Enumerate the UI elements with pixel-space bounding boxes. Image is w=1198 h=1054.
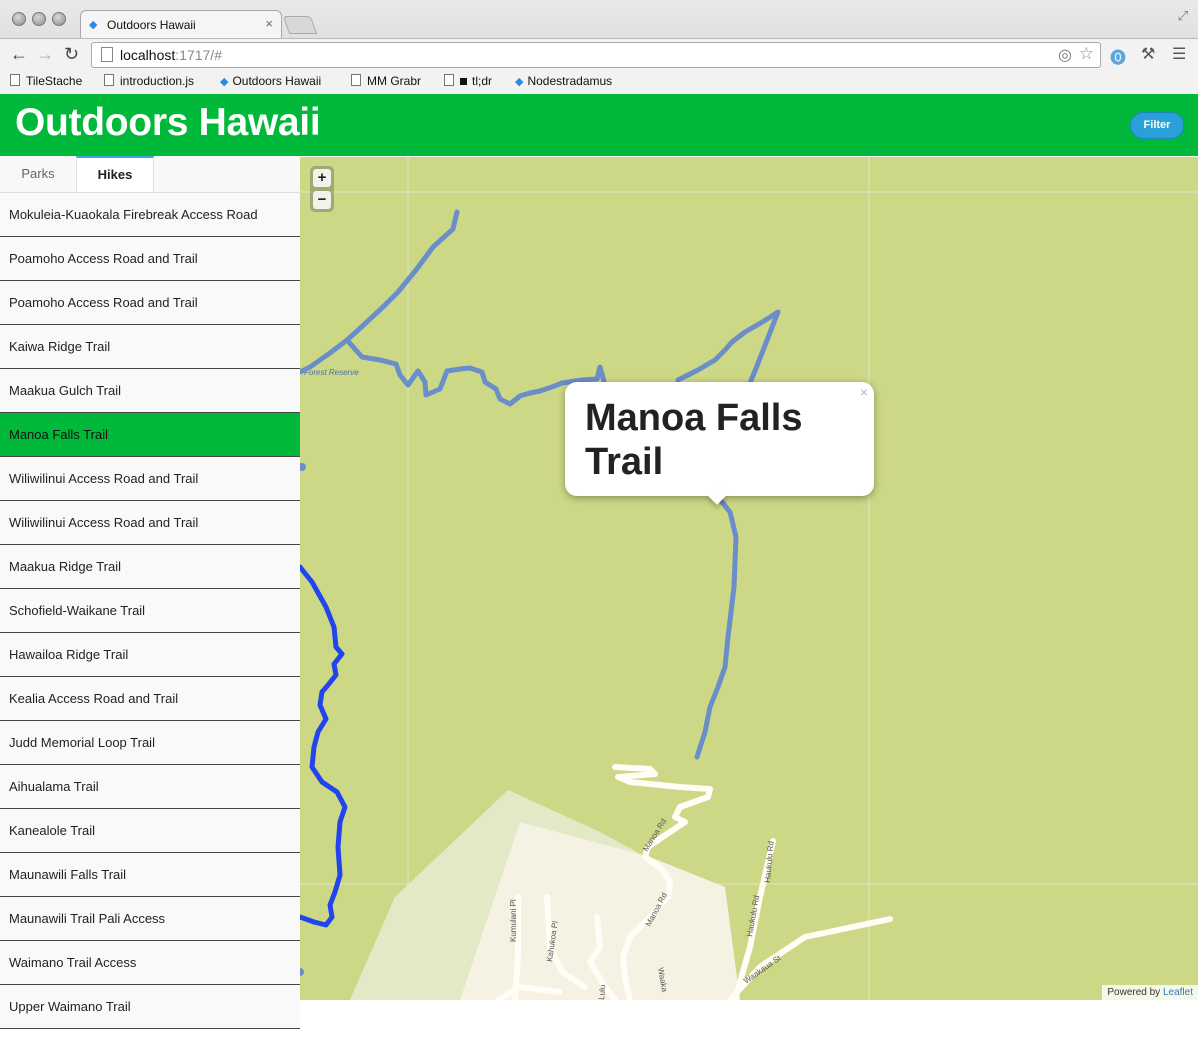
browser-toolbar: ← → ↻ localhost:1717/# ◎ ☆ ⓿ ⚒ ☰ <box>0 38 1198 71</box>
attribution-prefix: Powered by <box>1107 987 1161 998</box>
location-icon[interactable]: ◎ <box>1058 45 1072 65</box>
hike-list-item[interactable]: Schofield-Waikane Trail <box>0 589 300 633</box>
url-host: localhost <box>120 47 176 63</box>
selected-trail <box>300 564 348 928</box>
bookmark-item[interactable]: ◆ Outdoors Hawaii <box>220 74 321 88</box>
road-label: Kumulani Pl <box>509 899 518 942</box>
sidebar-tabs: Parks Hikes <box>0 156 300 193</box>
bookmark-item[interactable]: MM Grabr <box>351 74 421 88</box>
hike-list-item[interactable]: Upper Waimano Trail <box>0 985 300 1029</box>
bookmark-item[interactable]: ◆ Nodestradamus <box>515 74 612 88</box>
hike-list-item[interactable]: Kaiwa Ridge Trail <box>0 325 300 369</box>
hike-list-item[interactable]: Mokuleia-Kuaokala Firebreak Access Road <box>0 193 300 237</box>
popup-close-icon[interactable]: × <box>860 384 868 400</box>
bookmarks-bar: TileStache introduction.js ◆ Outdoors Haw… <box>0 70 1198 94</box>
zoom-out-button[interactable]: − <box>313 191 331 209</box>
app-header: Outdoors Hawaii Filter <box>0 94 1198 156</box>
tab-parks[interactable]: Parks <box>0 156 76 192</box>
tab-hikes[interactable]: Hikes <box>76 156 154 192</box>
hikes-list: Mokuleia-Kuaokala Firebreak Access Road P… <box>0 193 300 1029</box>
hike-list-item[interactable]: Maunawili Falls Trail <box>0 853 300 897</box>
popup-title: Manoa Falls Trail <box>585 397 803 483</box>
square-icon <box>460 78 467 85</box>
zoom-control: + − <box>310 166 334 212</box>
zoom-window-icon[interactable] <box>52 12 66 26</box>
hike-list-item[interactable]: Judd Memorial Loop Trail <box>0 721 300 765</box>
hike-list-item[interactable]: Poamoho Access Road and Trail <box>0 237 300 281</box>
new-tab-button[interactable] <box>282 16 318 34</box>
hike-list-item[interactable]: Poamoho Access Road and Trail <box>0 281 300 325</box>
hike-list-item[interactable]: Kanealole Trail <box>0 809 300 853</box>
hike-list-item[interactable]: Maunawili Trail Pali Access <box>0 897 300 941</box>
site-favicon-icon: ◆ <box>220 76 229 88</box>
back-icon[interactable]: ← <box>10 44 28 65</box>
bookmark-star-icon[interactable]: ☆ <box>1079 44 1094 64</box>
app-title: Outdoors Hawaii <box>15 101 321 144</box>
reload-icon[interactable]: ↻ <box>64 44 79 65</box>
extension-icon[interactable]: ⓿ <box>1110 44 1126 68</box>
map-popup: Manoa Falls Trail × <box>565 382 874 505</box>
hike-list-item[interactable]: Manoa Falls Trail <box>0 413 300 457</box>
hike-list-item[interactable]: Maakua Gulch Trail <box>0 369 300 413</box>
browser-tab[interactable]: ◆ Outdoors Hawaii × <box>80 10 282 39</box>
hike-list-item[interactable]: Waimano Trail Access <box>0 941 300 985</box>
url-path: :1717/# <box>175 47 222 63</box>
minimize-window-icon[interactable] <box>32 12 46 26</box>
page-icon <box>10 74 20 86</box>
bookmark-item[interactable]: introduction.js <box>104 74 194 88</box>
hike-list-item[interactable]: Wiliwilinui Access Road and Trail <box>0 501 300 545</box>
page-icon <box>104 74 114 86</box>
url-text: localhost:1717/# <box>120 47 222 63</box>
menu-icon[interactable]: ☰ <box>1172 44 1186 64</box>
browser-tab-title: Outdoors Hawaii <box>107 18 196 32</box>
zoom-in-button[interactable]: + <box>313 169 331 187</box>
map[interactable]: Manoa Rd Manoa Rd Kumulani Pl Kahukoa Pl… <box>300 157 1198 1000</box>
trail-marker <box>300 463 306 471</box>
page-icon <box>101 47 113 62</box>
bookmark-item[interactable]: TileStache <box>10 74 82 88</box>
page-icon <box>444 74 454 86</box>
fullscreen-icon[interactable]: ⤢ <box>1178 8 1188 24</box>
hike-list-item[interactable]: Maakua Ridge Trail <box>0 545 300 589</box>
leaflet-link[interactable]: Leaflet <box>1163 987 1193 998</box>
sidebar: Parks Hikes Mokuleia-Kuaokala Firebreak … <box>0 156 300 1054</box>
address-bar[interactable]: localhost:1717/# ◎ ☆ <box>91 42 1101 68</box>
tools-icon[interactable]: ⚒ <box>1141 44 1155 64</box>
page-icon <box>351 74 361 86</box>
close-window-icon[interactable] <box>12 12 26 26</box>
map-attribution: Powered by Leaflet <box>1102 985 1198 1000</box>
hike-list-item[interactable]: Aihualama Trail <box>0 765 300 809</box>
site-favicon-icon: ◆ <box>89 19 98 31</box>
map-tiles: Manoa Rd Manoa Rd Kumulani Pl Kahukoa Pl… <box>300 157 1198 1000</box>
filter-button[interactable]: Filter <box>1130 112 1184 139</box>
hike-list-item[interactable]: Kealia Access Road and Trail <box>0 677 300 721</box>
close-tab-icon[interactable]: × <box>265 16 273 31</box>
area-label: Forest Reserve <box>304 368 359 377</box>
site-favicon-icon: ◆ <box>515 76 524 88</box>
bookmark-item[interactable]: tl;dr <box>444 74 492 88</box>
trail-marker <box>300 968 304 976</box>
hike-list-item[interactable]: Wiliwilinui Access Road and Trail <box>0 457 300 501</box>
browser-chrome: ◆ Outdoors Hawaii × ⤢ ← → ↻ localhost:17… <box>0 0 1198 95</box>
road-label: Lulu <box>597 984 607 1000</box>
hike-list-item[interactable]: Hawailoa Ridge Trail <box>0 633 300 677</box>
road-label: Haukulu Rd <box>763 841 776 883</box>
forward-icon[interactable]: → <box>36 44 54 65</box>
